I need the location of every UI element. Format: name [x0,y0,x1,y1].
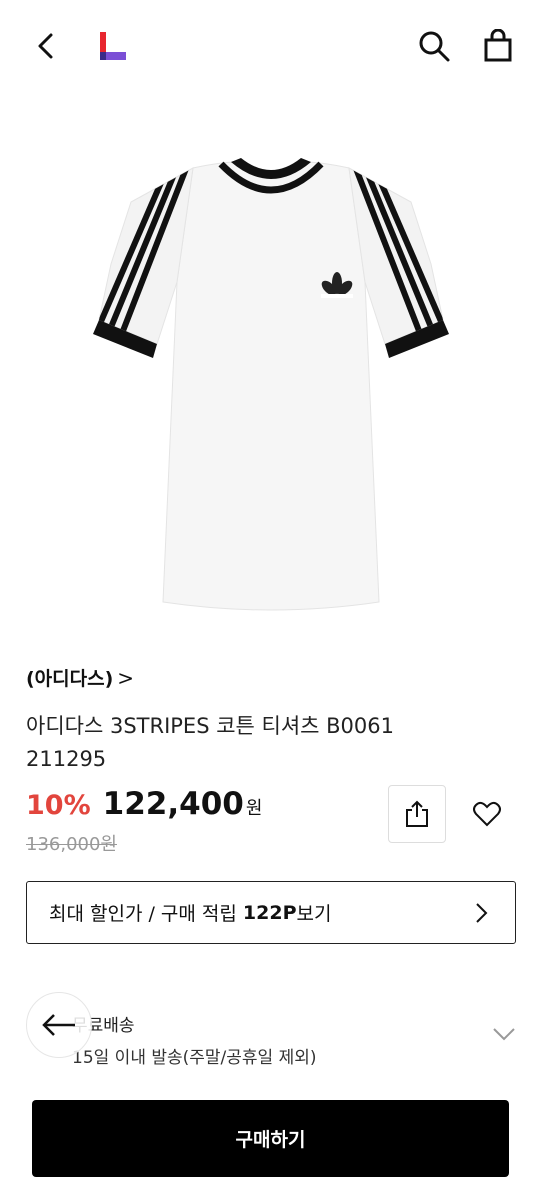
lotte-logo[interactable] [96,30,128,62]
chevron-down-icon [493,1028,515,1041]
sale-price: 122,400 [102,786,244,822]
shopping-bag-button[interactable] [476,24,520,68]
price-row: 10% 122,400 원 [26,786,262,822]
brand-link[interactable]: (아디다스) > [26,664,134,691]
search-icon [419,31,450,62]
top-navigation-bar [0,0,541,92]
arrow-left-icon [42,1014,75,1036]
sale-price-wrapper: 122,400 원 [103,786,263,822]
shopping-bag-icon [484,29,512,62]
discount-suffix: 보기 [296,903,332,925]
share-icon [406,800,428,827]
back-button[interactable] [26,24,66,68]
tshirt-image [92,158,449,611]
original-price: 136,000원 [26,834,117,855]
shipping-description: 15일 이내 발송(주말/공휴일 제외) [72,1048,317,1068]
discount-points: 122P [242,901,297,924]
product-image[interactable] [0,92,541,652]
chevron-right-icon [476,903,488,923]
search-button[interactable] [412,24,456,68]
floating-back-button[interactable] [26,992,92,1058]
heart-icon [473,801,501,827]
max-discount-button[interactable]: 최대 할인가 / 구매 적립 122P 보기 [26,881,516,944]
chevron-right-icon: > [117,665,135,690]
chevron-left-icon [38,33,53,59]
discount-prefix: 최대 할인가 / 구매 적립 [49,903,243,925]
wishlist-button[interactable] [458,785,516,843]
discount-rate: 10% [26,790,91,821]
buy-button[interactable]: 구매하기 [32,1100,509,1177]
lotte-l-logo-icon [100,32,126,60]
brand-name: (아디다스) [26,668,114,690]
currency-label: 원 [245,798,263,819]
product-title: 아디다스 3STRIPES 코튼 티셔츠 B0061 211295 [26,714,394,771]
shipping-info[interactable]: 무료배송 15일 이내 발송(주말/공휴일 제외) [26,1005,516,1075]
share-button[interactable] [388,785,446,843]
